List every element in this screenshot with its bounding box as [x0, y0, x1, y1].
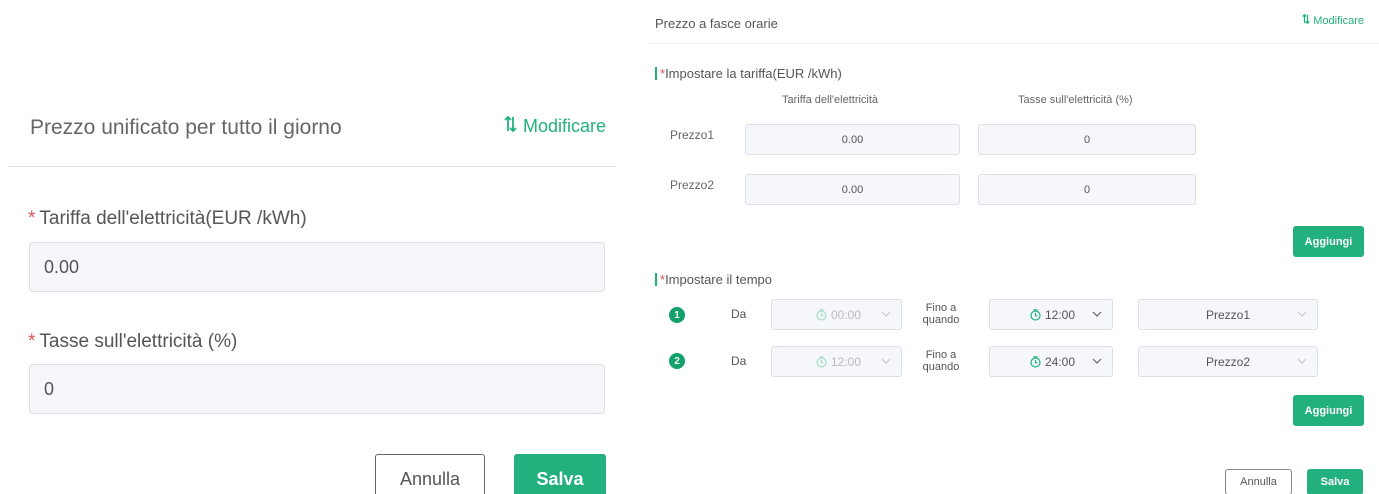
- section-marker: [655, 67, 657, 80]
- until-label: Fino a quando: [922, 349, 960, 373]
- chevron-down-icon: [1297, 309, 1307, 319]
- sort-arrows-icon: [1302, 13, 1311, 27]
- chevron-down-icon: [881, 309, 891, 319]
- chevron-down-icon: [1297, 356, 1307, 366]
- tax-label: * Tasse sull'elettricità (%): [28, 331, 237, 353]
- add-price-button[interactable]: Aggiungi: [1293, 226, 1364, 257]
- time-section-heading: * Impostare il tempo: [655, 272, 772, 287]
- unified-price-title: Prezzo unificato per tutto il giorno: [30, 116, 342, 139]
- time-value: 24:00: [1045, 354, 1076, 369]
- time-band-modify-button[interactable]: Modificare: [1302, 13, 1364, 27]
- divider: [8, 166, 616, 167]
- time-value: 12:00: [1045, 307, 1076, 322]
- slot-number-badge: 1: [669, 307, 685, 323]
- until-label: Fino a quando: [922, 302, 960, 326]
- tax-label-text: Tasse sull'elettricità (%): [39, 331, 238, 352]
- select-value: Prezzo1: [1205, 307, 1251, 322]
- price-row-label: Prezzo2: [670, 178, 715, 192]
- chevron-down-icon: [881, 356, 891, 366]
- required-star: *: [28, 208, 36, 229]
- tariff-input[interactable]: 0.00: [29, 242, 605, 292]
- tariff-label: * Tariffa dell'elettricità(EUR /kWh): [28, 208, 307, 230]
- select-value: Prezzo2: [1205, 354, 1251, 369]
- sort-arrows-icon: [504, 115, 517, 137]
- slot2-from-time-picker[interactable]: 12:00: [771, 346, 902, 377]
- from-label: Da: [731, 354, 747, 368]
- slot-number-badge: 2: [669, 353, 685, 369]
- chevron-down-icon: [1092, 356, 1102, 366]
- clock-icon: [1030, 308, 1041, 321]
- tariff-section-label: Impostare la tariffa(EUR /kWh): [665, 66, 842, 81]
- time-band-price-panel: Prezzo a fasce orarie Modificare * Impost…: [640, 0, 1379, 494]
- save-button[interactable]: Salva: [1307, 469, 1363, 494]
- divider: [648, 43, 1379, 44]
- time-section-label: Impostare il tempo: [665, 272, 772, 287]
- tariff-label-text: Tariffa dell'elettricità(EUR /kWh): [39, 208, 307, 229]
- tax-input[interactable]: 0: [29, 364, 605, 414]
- from-label: Da: [731, 307, 747, 321]
- price1-tariff-input[interactable]: 0.00: [745, 124, 960, 155]
- clock-icon: [816, 308, 827, 321]
- slot2-price-select[interactable]: Prezzo2: [1138, 346, 1318, 377]
- price1-tax-input[interactable]: 0: [978, 124, 1196, 155]
- unified-modify-label: Modificare: [522, 116, 606, 136]
- clock-icon: [816, 355, 827, 368]
- section-marker: [655, 273, 657, 286]
- slot1-from-time-picker[interactable]: 00:00: [771, 299, 902, 330]
- column-header-tax: Tasse sull'elettricità (%): [1018, 94, 1133, 106]
- chevron-down-icon: [1092, 309, 1102, 319]
- time-band-modify-label: Modificare: [1313, 14, 1364, 27]
- column-header-tariff: Tariffa dell'elettricità: [782, 94, 879, 106]
- price2-tax-input[interactable]: 0: [978, 174, 1196, 205]
- price-row-label: Prezzo1: [670, 128, 715, 142]
- slot1-to-time-picker[interactable]: 12:00: [989, 299, 1113, 330]
- time-value: 00:00: [831, 307, 862, 322]
- slot1-price-select[interactable]: Prezzo1: [1138, 299, 1318, 330]
- time-value: 12:00: [831, 354, 862, 369]
- time-band-title: Prezzo a fasce orarie: [655, 16, 778, 31]
- add-time-slot-button[interactable]: Aggiungi: [1293, 395, 1364, 426]
- cancel-button[interactable]: Annulla: [1225, 469, 1292, 494]
- save-button[interactable]: Salva: [514, 454, 606, 494]
- price2-tariff-input[interactable]: 0.00: [745, 174, 960, 205]
- unified-modify-button[interactable]: Modificare: [504, 115, 606, 137]
- slot2-to-time-picker[interactable]: 24:00: [989, 346, 1113, 377]
- required-star: *: [28, 331, 36, 352]
- tariff-section-heading: * Impostare la tariffa(EUR /kWh): [655, 66, 842, 81]
- unified-price-panel: Prezzo unificato per tutto il giorno Mod…: [0, 0, 620, 494]
- clock-icon: [1030, 355, 1041, 368]
- cancel-button[interactable]: Annulla: [375, 454, 485, 494]
